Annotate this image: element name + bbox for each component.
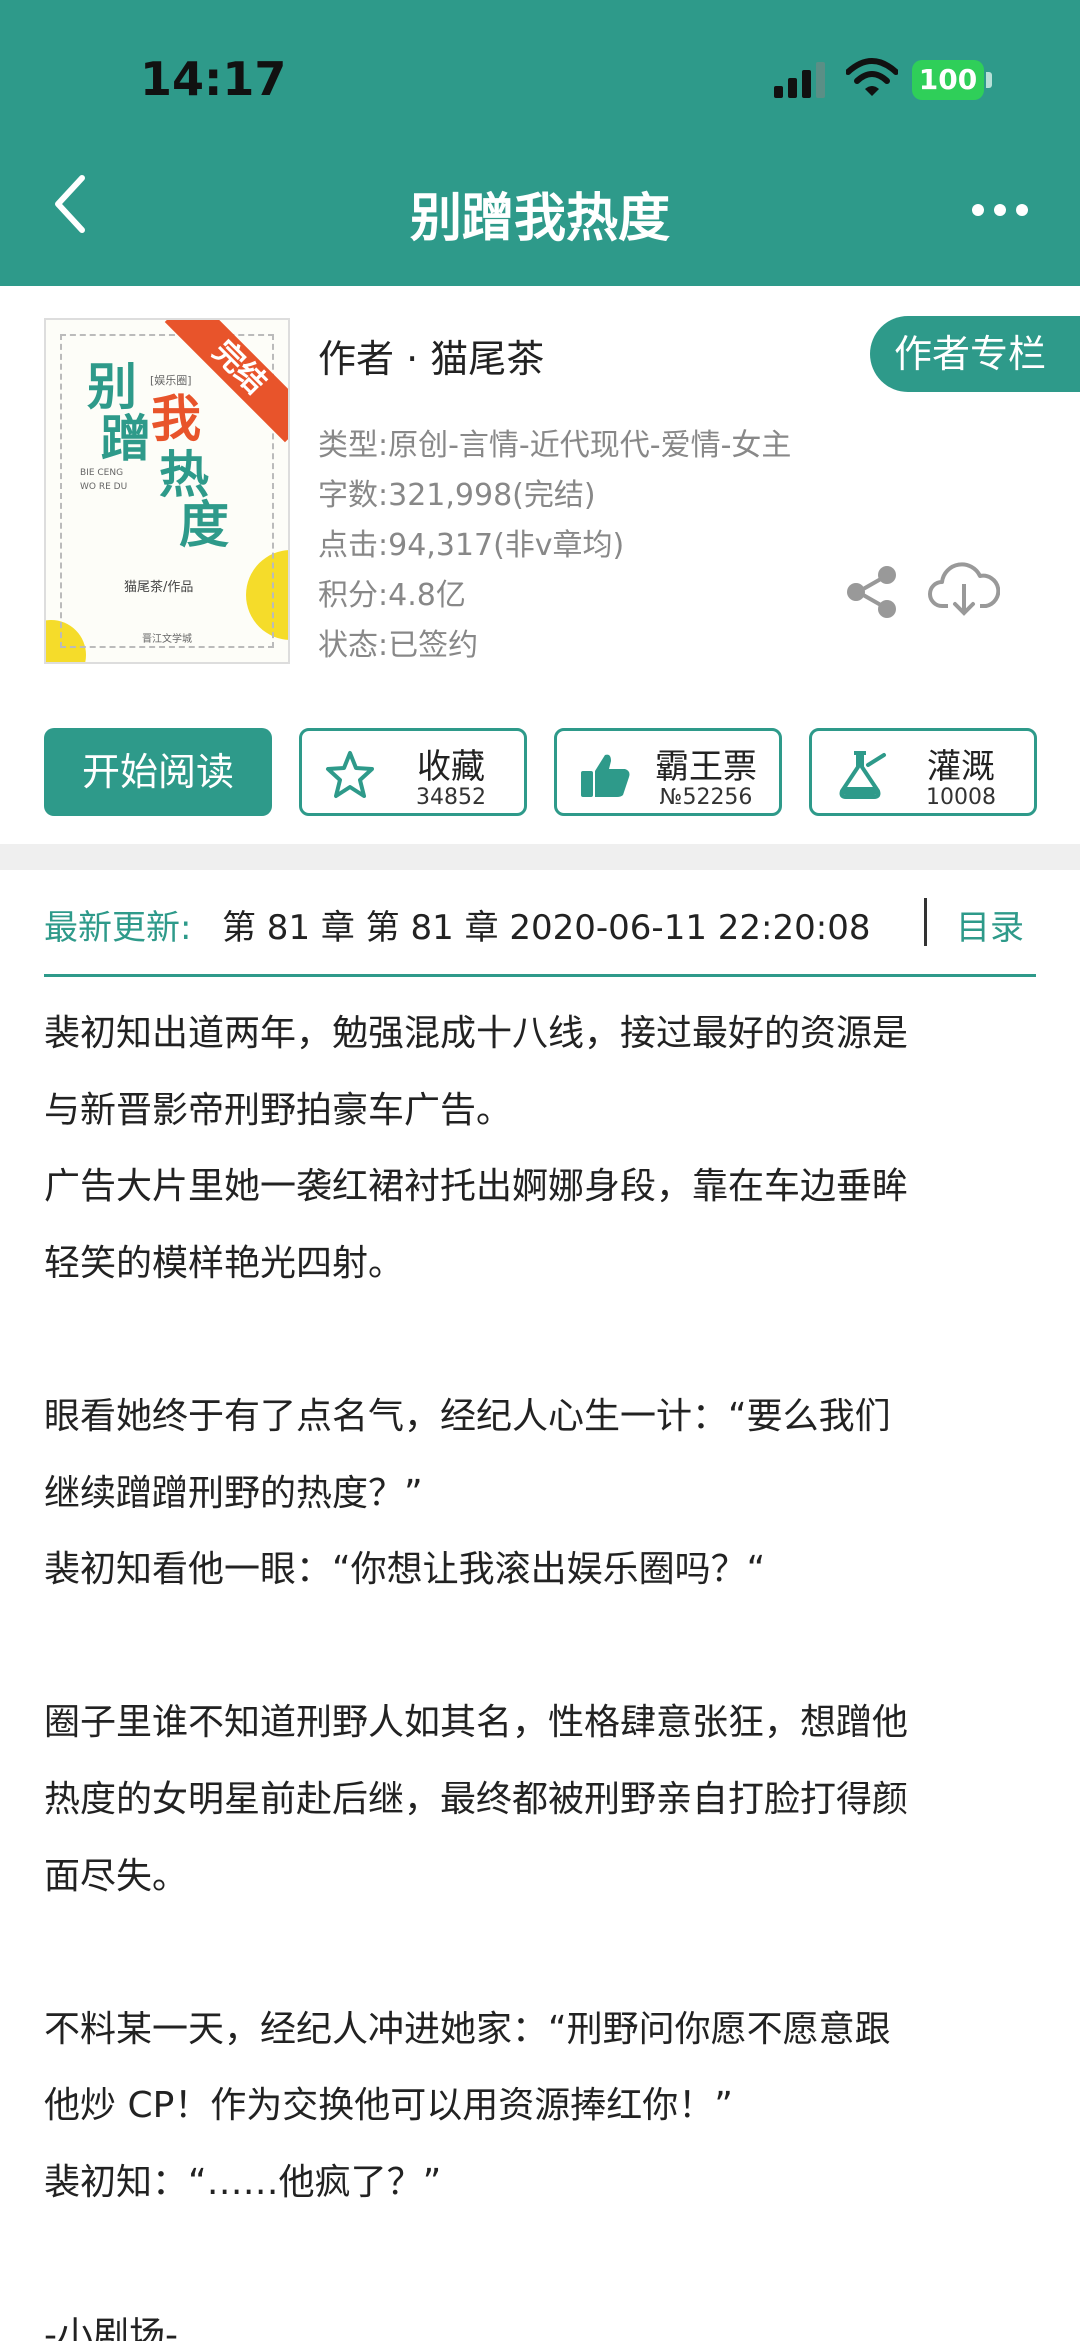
synopsis-line: 面尽失。 [44, 1855, 189, 1897]
synopsis-line: 热度的女明星前赴后继，最终都被刑野亲自打脸打得颜 [44, 1778, 909, 1820]
synopsis-line [44, 2222, 1044, 2299]
latest-update-label: 最新更新: [44, 908, 192, 948]
meta-clicks: 点击:94,317(非v章均) [318, 528, 625, 563]
battery-tip [986, 72, 992, 88]
synopsis-line: -小剧场- [44, 2315, 178, 2341]
synopsis-line: 裴初知看他一眼：“你想让我滚出娱乐圈吗？“ [44, 1549, 766, 1591]
cover-title-char: 度 [171, 498, 230, 548]
irrigate-count: 10008 [926, 785, 996, 810]
cover-pinyin: WO RE DU [80, 482, 128, 492]
page-title: 别蹭我热度 [409, 189, 670, 249]
meta-word-count: 字数:321,998(完结) [318, 478, 596, 513]
synopsis-line: 轻笑的模样艳光四射。 [44, 1242, 405, 1284]
app-header: 14:17 100 别蹭我热度 [0, 0, 1080, 286]
synopsis-line: 裴初知出道两年，勉强混成十八线，接过最好的资源是 [44, 1013, 909, 1054]
synopsis-line [44, 1302, 1044, 1379]
meta-status: 状态:已签约 [318, 628, 479, 663]
cellular-signal-icon [774, 62, 825, 98]
synopsis-line: 与新晋影帝刑野拍豪车广告。 [44, 1089, 513, 1131]
meta-score: 积分:4.8亿 [318, 578, 466, 613]
synopsis-line: 他炒 CP！作为交换他可以用资源捧红你！” [44, 2085, 733, 2127]
cover-pinyin: BIE CENG [80, 468, 124, 478]
share-icon[interactable] [844, 564, 900, 620]
wifi-icon [846, 58, 898, 96]
vertical-divider [924, 898, 927, 946]
bawang-vote-button[interactable]: 霸王票 №52256 [554, 728, 782, 816]
meta-type: 类型:原创-言情-近代现代-爱情-女主 [318, 428, 792, 463]
collect-label: 收藏 [417, 747, 485, 787]
irrigate-button[interactable]: 灌溉 10008 [809, 728, 1037, 816]
collect-button[interactable]: 收藏 34852 [299, 728, 527, 816]
cover-title-char: 别 [79, 360, 138, 410]
cover-publisher: 晋江文学城 [142, 634, 192, 645]
cover-title-char: 我 [143, 392, 202, 442]
irrigate-label: 灌溉 [927, 747, 995, 787]
author-name[interactable]: 作者 · 猫尾茶 [318, 328, 544, 383]
cover-genre-tag: [娱乐圈] [150, 374, 192, 387]
synopsis-line: 圈子里谁不知道刑野人如其名，性格肆意张狂，想蹭他 [44, 1702, 909, 1744]
synopsis-line: 眼看她终于有了点名气，经纪人心生一计：“要么我们 [44, 1395, 891, 1437]
table-of-contents-link[interactable]: 目录 [956, 900, 1024, 949]
battery-indicator: 100 [912, 60, 984, 100]
latest-update-row[interactable]: 最新更新: 第 81 章 第 81 章 2020-06-11 22:20:08 … [44, 896, 1036, 976]
start-reading-button[interactable]: 开始阅读 [44, 728, 272, 816]
collect-count: 34852 [416, 785, 486, 810]
cover-author-credit: 猫尾茶/作品 [124, 580, 194, 595]
status-time: 14:17 [140, 52, 287, 106]
vote-count: №52256 [659, 785, 753, 810]
update-underline [44, 974, 1036, 977]
section-divider [0, 844, 1080, 870]
author-column-button[interactable]: 作者专栏 [870, 316, 1080, 392]
synopsis-line [44, 1915, 1044, 1992]
synopsis-line: 裴初知：“……他疯了？” [44, 2161, 442, 2203]
cover-title-char: 热 [151, 448, 210, 498]
synopsis-line: 不料某一天，经纪人冲进她家：“刑野问你愿不愿意跟 [44, 2008, 891, 2050]
download-cloud-icon[interactable] [928, 560, 1000, 622]
latest-chapter-text[interactable]: 第 81 章 第 81 章 2020-06-11 22:20:08 [222, 900, 870, 949]
synopsis-line: 广告大片里她一袭红裙衬托出婀娜身段，靠在车边垂眸 [44, 1166, 909, 1208]
synopsis-line: 继续蹭蹭刑野的热度？” [44, 1472, 423, 1514]
book-synopsis: 裴初知出道两年，勉强混成十八线，接过最好的资源是 与新晋影帝刑野拍豪车广告。 广… [44, 996, 1044, 2341]
vote-label: 霸王票 [655, 747, 757, 787]
more-options-icon[interactable] [970, 200, 1030, 220]
synopsis-line [44, 1609, 1044, 1686]
book-cover[interactable]: 别 蹭 我 热 度 [娱乐圈] BIE CENG WO RE DU 猫尾茶/作品… [44, 318, 290, 664]
